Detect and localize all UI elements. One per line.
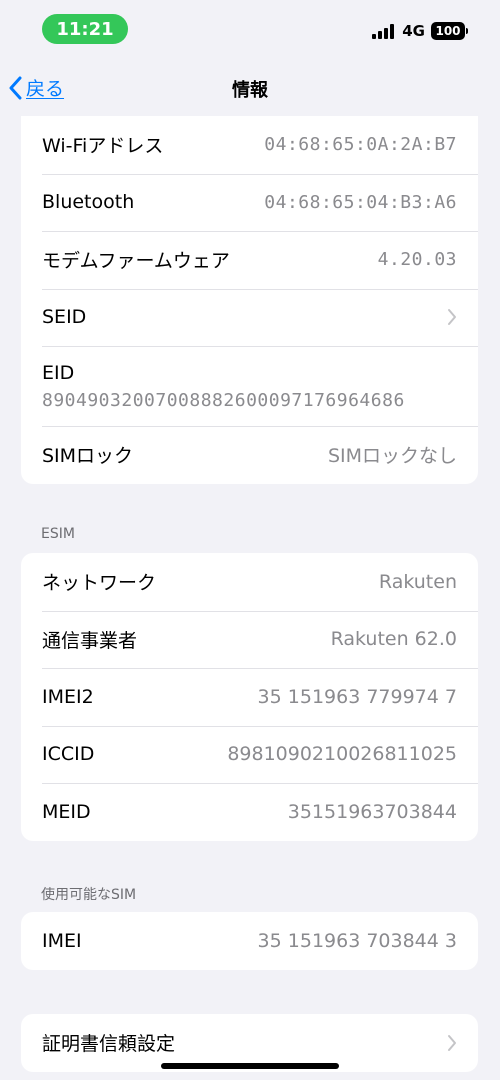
- chevron-right-icon: [448, 309, 456, 326]
- certificate-trust-label: 証明書信頼設定: [42, 1033, 176, 1056]
- meid-label: MEID: [42, 800, 91, 823]
- imei-label: IMEI: [42, 929, 82, 952]
- wifi-address-value: 04:68:65:0A:2A:B7: [264, 134, 457, 156]
- esim-header: ESIM: [41, 526, 75, 542]
- seid-label: SEID: [42, 306, 87, 329]
- eid-label: EID: [42, 361, 75, 384]
- meid-row[interactable]: MEID 35151963703844: [21, 783, 478, 841]
- eid-value: 89049032007008882600097176964686: [42, 389, 405, 411]
- imei2-value: 35 151963 779974 7: [257, 685, 457, 708]
- carrier-value: Rakuten 62.0: [330, 628, 457, 651]
- battery-icon: 100: [431, 22, 468, 40]
- network-label: ネットワーク: [42, 572, 157, 595]
- carrier-row[interactable]: 通信事業者 Rakuten 62.0: [21, 610, 478, 669]
- available-sim-group: IMEI 35 151963 703844 3: [21, 912, 478, 970]
- network-value: Rakuten: [378, 570, 457, 593]
- meid-value: 35151963703844: [287, 800, 457, 823]
- back-label[interactable]: 戻る: [26, 74, 64, 101]
- wifi-address-label: Wi-Fiアドレス: [42, 135, 164, 158]
- simlock-label: SIMロック: [42, 445, 134, 468]
- simlock-row[interactable]: SIMロック SIMロックなし: [21, 426, 478, 484]
- chevron-left-icon: [9, 76, 22, 99]
- iccid-row[interactable]: ICCID 8981090210026811025: [21, 725, 478, 784]
- modem-firmware-label: モデムファームウェア: [42, 250, 230, 273]
- chevron-right-icon: [448, 1034, 456, 1051]
- modem-firmware-row[interactable]: モデムファームウェア 4.20.03: [21, 231, 478, 289]
- page-title: 情報: [232, 80, 268, 101]
- signal-icon: [372, 23, 395, 39]
- iccid-label: ICCID: [42, 743, 95, 766]
- imei2-label: IMEI2: [42, 685, 94, 708]
- battery-level: 100: [431, 22, 465, 40]
- status-bar: 11:21 4G 100: [0, 0, 500, 60]
- network-type: 4G: [402, 22, 425, 40]
- iccid-value: 8981090210026811025: [227, 743, 457, 766]
- eid-row[interactable]: EID 89049032007008882600097176964686: [21, 346, 478, 426]
- bluetooth-row[interactable]: Bluetooth 04:68:65:04:B3:A6: [21, 173, 478, 232]
- seid-row[interactable]: SEID: [21, 288, 478, 347]
- available-sim-header: 使用可能なSIM: [41, 887, 137, 903]
- wifi-address-row[interactable]: Wi-Fiアドレス 04:68:65:0A:2A:B7: [21, 116, 478, 174]
- imei-value: 35 151963 703844 3: [257, 929, 457, 952]
- about-screen: 11:21 4G 100 戻る 情報 Wi-Fiアドレス 04:68:65:0A…: [0, 0, 500, 1080]
- modem-firmware-value: 4.20.03: [377, 249, 457, 271]
- nav-bar: 戻る 情報: [0, 64, 500, 114]
- carrier-label: 通信事業者: [42, 629, 138, 652]
- back-button[interactable]: 戻る: [8, 74, 64, 101]
- imei2-row[interactable]: IMEI2 35 151963 779974 7: [21, 668, 478, 726]
- bluetooth-label: Bluetooth: [42, 191, 135, 214]
- status-time[interactable]: 11:21: [42, 14, 128, 44]
- imei-row[interactable]: IMEI 35 151963 703844 3: [21, 912, 478, 970]
- network-row[interactable]: ネットワーク Rakuten: [21, 553, 478, 611]
- bluetooth-value: 04:68:65:04:B3:A6: [264, 191, 457, 213]
- home-indicator[interactable]: [161, 1063, 339, 1069]
- device-info-group: Wi-Fiアドレス 04:68:65:0A:2A:B7 Bluetooth 04…: [21, 116, 478, 484]
- simlock-value: SIMロックなし: [327, 445, 457, 468]
- status-indicators: 4G 100: [372, 22, 468, 40]
- esim-group: ネットワーク Rakuten 通信事業者 Rakuten 62.0 IMEI2 …: [21, 553, 478, 841]
- battery-tip: [466, 28, 468, 34]
